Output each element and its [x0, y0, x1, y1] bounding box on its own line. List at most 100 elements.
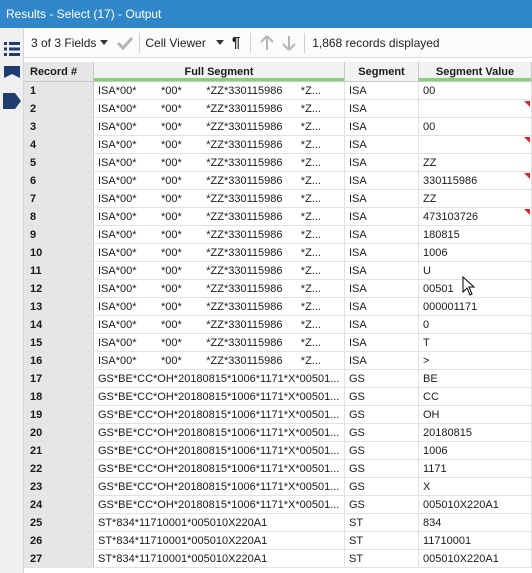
table-row[interactable]: 22 GS*BE*CC*OH*20180815*1006*1171*X*00501… — [24, 460, 532, 478]
full-segment-cell[interactable]: ISA*00* *00* *ZZ*330115986 *Z... — [94, 190, 345, 207]
full-segment-cell[interactable]: ISA*00* *00* *ZZ*330115986 *Z... — [94, 82, 345, 99]
record-number-cell[interactable]: 5 — [24, 154, 94, 171]
full-segment-cell[interactable]: GS*BE*CC*OH*20180815*1006*1171*X*00501..… — [94, 406, 345, 423]
segment-cell[interactable]: ISA — [345, 82, 419, 99]
table-row[interactable]: 12 ISA*00* *00* *ZZ*330115986 *Z... ISA 005… — [24, 280, 532, 298]
full-segment-cell[interactable]: ISA*00* *00* *ZZ*330115986 *Z... — [94, 208, 345, 225]
full-segment-cell[interactable]: ST*834*11710001*005010X220A1 — [94, 550, 345, 567]
record-number-cell[interactable]: 12 — [24, 280, 94, 297]
cell-viewer-dropdown[interactable]: Cell Viewer — [145, 28, 224, 58]
record-number-cell[interactable]: 9 — [24, 226, 94, 243]
segment-value-cell[interactable]: CC — [419, 388, 532, 405]
segment-cell[interactable]: ISA — [345, 334, 419, 351]
segment-cell[interactable]: ST — [345, 550, 419, 567]
apply-button[interactable] — [116, 28, 134, 58]
record-number-cell[interactable]: 23 — [24, 478, 94, 495]
header-full-segment[interactable]: Full Segment — [94, 62, 345, 81]
segment-value-cell[interactable]: 000001171 — [419, 298, 532, 315]
table-row[interactable]: 15 ISA*00* *00* *ZZ*330115986 *Z... ISA T — [24, 334, 532, 352]
table-row[interactable]: 27 ST*834*11710001*005010X220A1 ST 005010X2… — [24, 550, 532, 568]
segment-cell[interactable]: ISA — [345, 226, 419, 243]
segment-cell[interactable]: ISA — [345, 244, 419, 261]
scroll-up-button[interactable] — [260, 28, 274, 58]
record-number-cell[interactable]: 20 — [24, 424, 94, 441]
segment-cell[interactable]: ISA — [345, 136, 419, 153]
full-segment-cell[interactable]: ISA*00* *00* *ZZ*330115986 *Z... — [94, 316, 345, 333]
table-row[interactable]: 6 ISA*00* *00* *ZZ*330115986 *Z... ISA 3301… — [24, 172, 532, 190]
table-row[interactable]: 19 GS*BE*CC*OH*20180815*1006*1171*X*00501… — [24, 406, 532, 424]
full-segment-cell[interactable]: GS*BE*CC*OH*20180815*1006*1171*X*00501..… — [94, 496, 345, 513]
record-number-cell[interactable]: 24 — [24, 496, 94, 513]
list-view-icon[interactable] — [3, 40, 21, 58]
segment-value-cell[interactable]: 473103726 — [419, 208, 532, 225]
full-segment-cell[interactable]: GS*BE*CC*OH*20180815*1006*1171*X*00501..… — [94, 478, 345, 495]
fields-dropdown[interactable]: 3 of 3 Fields — [24, 28, 109, 58]
segment-cell[interactable]: GS — [345, 424, 419, 441]
record-number-cell[interactable]: 16 — [24, 352, 94, 369]
record-number-cell[interactable]: 7 — [24, 190, 94, 207]
record-number-cell[interactable]: 17 — [24, 370, 94, 387]
table-row[interactable]: 7 ISA*00* *00* *ZZ*330115986 *Z... ISA ZZ — [24, 190, 532, 208]
segment-cell[interactable]: GS — [345, 442, 419, 459]
full-segment-cell[interactable]: ISA*00* *00* *ZZ*330115986 *Z... — [94, 118, 345, 135]
full-segment-cell[interactable]: ISA*00* *00* *ZZ*330115986 *Z... — [94, 154, 345, 171]
table-row[interactable]: 18 GS*BE*CC*OH*20180815*1006*1171*X*00501… — [24, 388, 532, 406]
full-segment-cell[interactable]: GS*BE*CC*OH*20180815*1006*1171*X*00501..… — [94, 370, 345, 387]
record-number-cell[interactable]: 1 — [24, 82, 94, 99]
table-row[interactable]: 24 GS*BE*CC*OH*20180815*1006*1171*X*00501… — [24, 496, 532, 514]
table-row[interactable]: 16 ISA*00* *00* *ZZ*330115986 *Z... ISA > — [24, 352, 532, 370]
record-number-cell[interactable]: 19 — [24, 406, 94, 423]
record-number-cell[interactable]: 25 — [24, 514, 94, 531]
table-row[interactable]: 25 ST*834*11710001*005010X220A1 ST 834 — [24, 514, 532, 532]
segment-value-cell[interactable]: 11710001 — [419, 532, 532, 549]
table-row[interactable]: 10 ISA*00* *00* *ZZ*330115986 *Z... ISA 100… — [24, 244, 532, 262]
play-icon[interactable] — [2, 92, 22, 110]
record-number-cell[interactable]: 22 — [24, 460, 94, 477]
full-segment-cell[interactable]: GS*BE*CC*OH*20180815*1006*1171*X*00501..… — [94, 424, 345, 441]
table-row[interactable]: 26 ST*834*11710001*005010X220A1 ST 11710001 — [24, 532, 532, 550]
record-number-cell[interactable]: 18 — [24, 388, 94, 405]
table-row[interactable]: 9 ISA*00* *00* *ZZ*330115986 *Z... ISA 1808… — [24, 226, 532, 244]
full-segment-cell[interactable]: ISA*00* *00* *ZZ*330115986 *Z... — [94, 226, 345, 243]
table-row[interactable]: 23 GS*BE*CC*OH*20180815*1006*1171*X*00501… — [24, 478, 532, 496]
segment-cell[interactable]: ISA — [345, 190, 419, 207]
segment-cell[interactable]: ISA — [345, 100, 419, 117]
record-number-cell[interactable]: 13 — [24, 298, 94, 315]
segment-cell[interactable]: ISA — [345, 298, 419, 315]
pilcrow-button[interactable]: ¶ — [232, 28, 240, 58]
segment-value-cell[interactable]: 180815 — [419, 226, 532, 243]
record-number-cell[interactable]: 10 — [24, 244, 94, 261]
flag-icon[interactable] — [3, 64, 21, 82]
table-row[interactable]: 11 ISA*00* *00* *ZZ*330115986 *Z... ISA U — [24, 262, 532, 280]
table-row[interactable]: 1 ISA*00* *00* *ZZ*330115986 *Z... ISA 00 — [24, 82, 532, 100]
segment-cell[interactable]: GS — [345, 406, 419, 423]
segment-cell[interactable]: GS — [345, 478, 419, 495]
table-row[interactable]: 17 GS*BE*CC*OH*20180815*1006*1171*X*00501… — [24, 370, 532, 388]
segment-value-cell[interactable]: 005010X220A1 — [419, 550, 532, 567]
table-row[interactable]: 4 ISA*00* *00* *ZZ*330115986 *Z... ISA — [24, 136, 532, 154]
full-segment-cell[interactable]: ISA*00* *00* *ZZ*330115986 *Z... — [94, 244, 345, 261]
segment-value-cell[interactable]: 005010X220A1 — [419, 496, 532, 513]
full-segment-cell[interactable]: ST*834*11710001*005010X220A1 — [94, 532, 345, 549]
record-number-cell[interactable]: 21 — [24, 442, 94, 459]
segment-value-cell[interactable]: 20180815 — [419, 424, 532, 441]
segment-cell[interactable]: ST — [345, 532, 419, 549]
header-record[interactable]: Record # — [24, 62, 94, 81]
record-number-cell[interactable]: 6 — [24, 172, 94, 189]
full-segment-cell[interactable]: ST*834*11710001*005010X220A1 — [94, 514, 345, 531]
segment-value-cell[interactable]: > — [419, 352, 532, 369]
full-segment-cell[interactable]: ISA*00* *00* *ZZ*330115986 *Z... — [94, 262, 345, 279]
segment-cell[interactable]: ISA — [345, 154, 419, 171]
segment-value-cell[interactable] — [419, 100, 532, 117]
header-segment-value[interactable]: Segment Value — [419, 62, 532, 81]
table-row[interactable]: 8 ISA*00* *00* *ZZ*330115986 *Z... ISA 4731… — [24, 208, 532, 226]
segment-cell[interactable]: ST — [345, 514, 419, 531]
table-row[interactable]: 2 ISA*00* *00* *ZZ*330115986 *Z... ISA — [24, 100, 532, 118]
record-number-cell[interactable]: 8 — [24, 208, 94, 225]
full-segment-cell[interactable]: GS*BE*CC*OH*20180815*1006*1171*X*00501..… — [94, 442, 345, 459]
full-segment-cell[interactable]: ISA*00* *00* *ZZ*330115986 *Z... — [94, 280, 345, 297]
segment-value-cell[interactable] — [419, 136, 532, 153]
segment-cell[interactable]: ISA — [345, 262, 419, 279]
full-segment-cell[interactable]: ISA*00* *00* *ZZ*330115986 *Z... — [94, 334, 345, 351]
full-segment-cell[interactable]: ISA*00* *00* *ZZ*330115986 *Z... — [94, 172, 345, 189]
